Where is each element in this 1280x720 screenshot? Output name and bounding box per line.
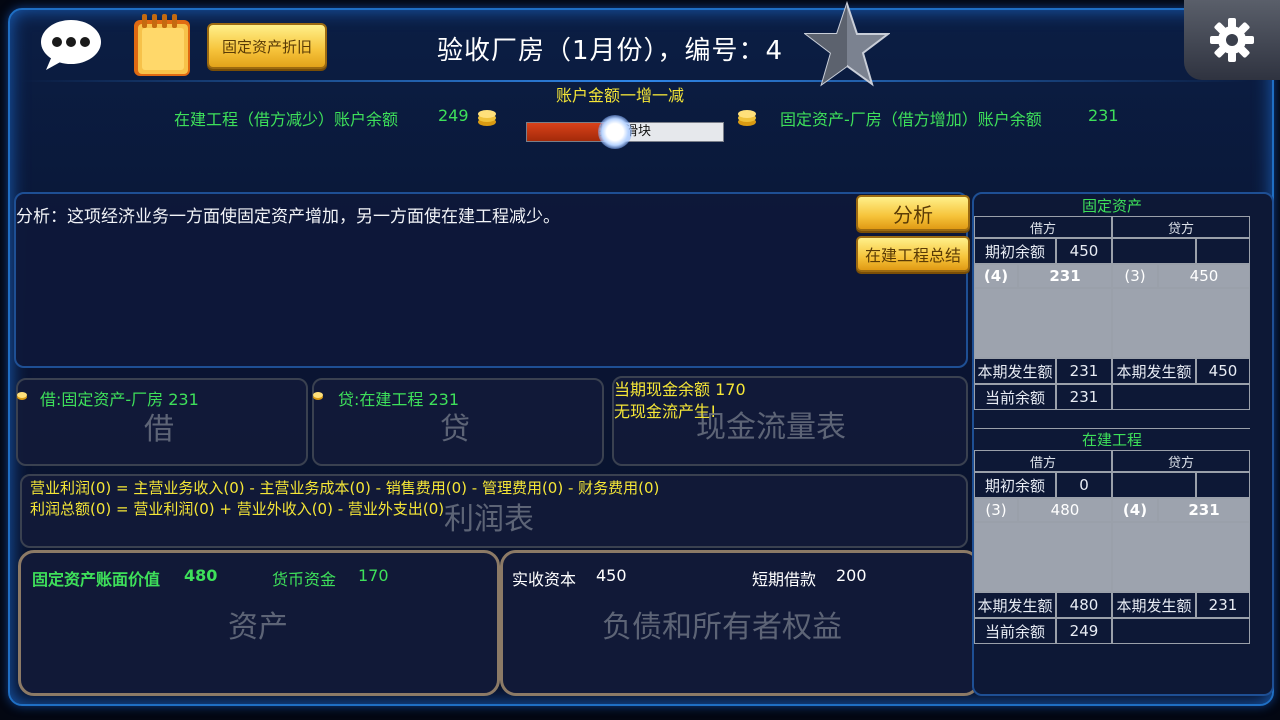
star-icon xyxy=(803,0,891,92)
total-profit-formula: 利润总额(0) = 营业利润(0) + 营业外收入(0) - 营业外支出(0) xyxy=(30,500,445,518)
settings-button[interactable] xyxy=(1184,0,1280,80)
empty-cell xyxy=(1112,618,1250,644)
entry-credit-number: (4) xyxy=(1112,498,1158,522)
left-account-label: 在建工程（借方减少）账户余额 xyxy=(174,110,399,129)
entries-area: (4) 231 (3) 450 xyxy=(974,264,1250,358)
current-balance-label: 当前余额 xyxy=(974,618,1056,644)
fixed-assets-value: 480 xyxy=(184,566,218,585)
paid-in-capital-label: 实收资本 xyxy=(512,570,577,589)
credit-title: 贷 xyxy=(440,412,470,447)
cash-value: 170 xyxy=(358,566,389,585)
change-label: 账户金额一增一减 xyxy=(555,86,684,105)
debit-title: 借 xyxy=(144,412,174,447)
analyze-button[interactable]: 分析 xyxy=(856,195,970,231)
empty-cell xyxy=(974,522,1112,592)
period-credit-label: 本期发生额 xyxy=(1112,592,1196,618)
current-balance-value: 249 xyxy=(1056,618,1112,644)
empty-cell xyxy=(974,288,1112,358)
assets-title: 资产 xyxy=(228,610,288,645)
period-debit-value: 480 xyxy=(1056,592,1112,618)
cash-flow-title: 现金流量表 xyxy=(696,410,846,445)
fixed-assets-label: 固定资产账面价值 xyxy=(32,570,161,589)
ledger-title: 在建工程 xyxy=(974,428,1250,450)
empty-cell xyxy=(1196,238,1250,264)
entries-area: (3) 480 (4) 231 xyxy=(974,498,1250,592)
entry-credit-value: 450 xyxy=(1158,264,1250,288)
cash-balance-text: 当期现金余额 170 xyxy=(614,380,746,399)
paid-in-capital-value: 450 xyxy=(596,566,627,585)
gear-icon xyxy=(1210,18,1254,62)
period-debit-label: 本期发生额 xyxy=(974,358,1056,384)
period-credit-value: 450 xyxy=(1196,358,1250,384)
opening-label: 期初余额 xyxy=(974,472,1056,498)
opening-label: 期初余额 xyxy=(974,238,1056,264)
opening-value: 450 xyxy=(1056,238,1112,264)
credit-header: 贷方 xyxy=(1112,216,1250,238)
period-debit-value: 231 xyxy=(1056,358,1112,384)
short-term-loan-value: 200 xyxy=(836,566,867,585)
debit-entry-text: 借:固定资产-厂房 231 xyxy=(40,390,199,409)
entry-credit-number: (3) xyxy=(1112,264,1158,288)
debit-header: 借方 xyxy=(974,450,1112,472)
slider-knob[interactable] xyxy=(598,115,632,149)
operating-profit-formula: 营业利润(0) = 主营业务收入(0) - 主营业务成本(0) - 销售费用(0… xyxy=(30,479,660,497)
entry-debit-value: 231 xyxy=(1018,264,1112,288)
entry-debit-number: (4) xyxy=(974,264,1018,288)
notebook-icon xyxy=(134,14,190,76)
depreciation-button[interactable]: 固定资产折旧 xyxy=(207,23,327,69)
chat-button[interactable] xyxy=(38,18,104,72)
summary-button[interactable]: 在建工程总结 xyxy=(856,236,970,272)
liabilities-equity-title: 负债和所有者权益 xyxy=(602,610,842,645)
analysis-text: 分析：这项经济业务一方面使固定资产增加，另一方面使在建工程减少。 xyxy=(16,207,560,227)
right-account-label: 固定资产-厂房（借方增加）账户余额 xyxy=(780,110,1042,129)
income-statement-title: 利润表 xyxy=(444,502,534,537)
current-balance-value: 231 xyxy=(1056,384,1112,410)
current-balance-label: 当前余额 xyxy=(974,384,1056,410)
amount-slider[interactable]: 拖动滑块 xyxy=(526,115,724,149)
page-title: 验收厂房（1月份），编号：4 xyxy=(436,36,784,66)
coin-icon xyxy=(313,392,323,400)
period-debit-label: 本期发生额 xyxy=(974,592,1056,618)
coins-icon xyxy=(478,110,496,126)
notebook-button[interactable] xyxy=(130,12,194,78)
cash-label: 货币资金 xyxy=(272,570,337,589)
credit-header: 贷方 xyxy=(1112,450,1250,472)
empty-cell xyxy=(1196,472,1250,498)
empty-cell xyxy=(1112,522,1250,592)
chat-bubble-icon xyxy=(41,20,101,70)
empty-cell xyxy=(1112,384,1250,410)
empty-cell xyxy=(1112,238,1196,264)
ledger-title: 固定资产 xyxy=(1081,196,1142,215)
opening-value: 0 xyxy=(1056,472,1112,498)
entry-debit-number: (3) xyxy=(974,498,1018,522)
left-account-value: 249 xyxy=(438,106,469,125)
short-term-loan-label: 短期借款 xyxy=(752,570,817,589)
entry-debit-value: 480 xyxy=(1018,498,1112,522)
period-credit-label: 本期发生额 xyxy=(1112,358,1196,384)
empty-cell xyxy=(1112,288,1250,358)
right-account-value: 231 xyxy=(1088,106,1119,125)
empty-cell xyxy=(1112,472,1196,498)
debit-header: 借方 xyxy=(974,216,1112,238)
coins-icon xyxy=(738,110,756,126)
entry-credit-value: 231 xyxy=(1158,498,1250,522)
cash-flow-note: 无现金流产生! xyxy=(614,402,717,421)
period-credit-value: 231 xyxy=(1196,592,1250,618)
coin-icon xyxy=(17,392,27,400)
